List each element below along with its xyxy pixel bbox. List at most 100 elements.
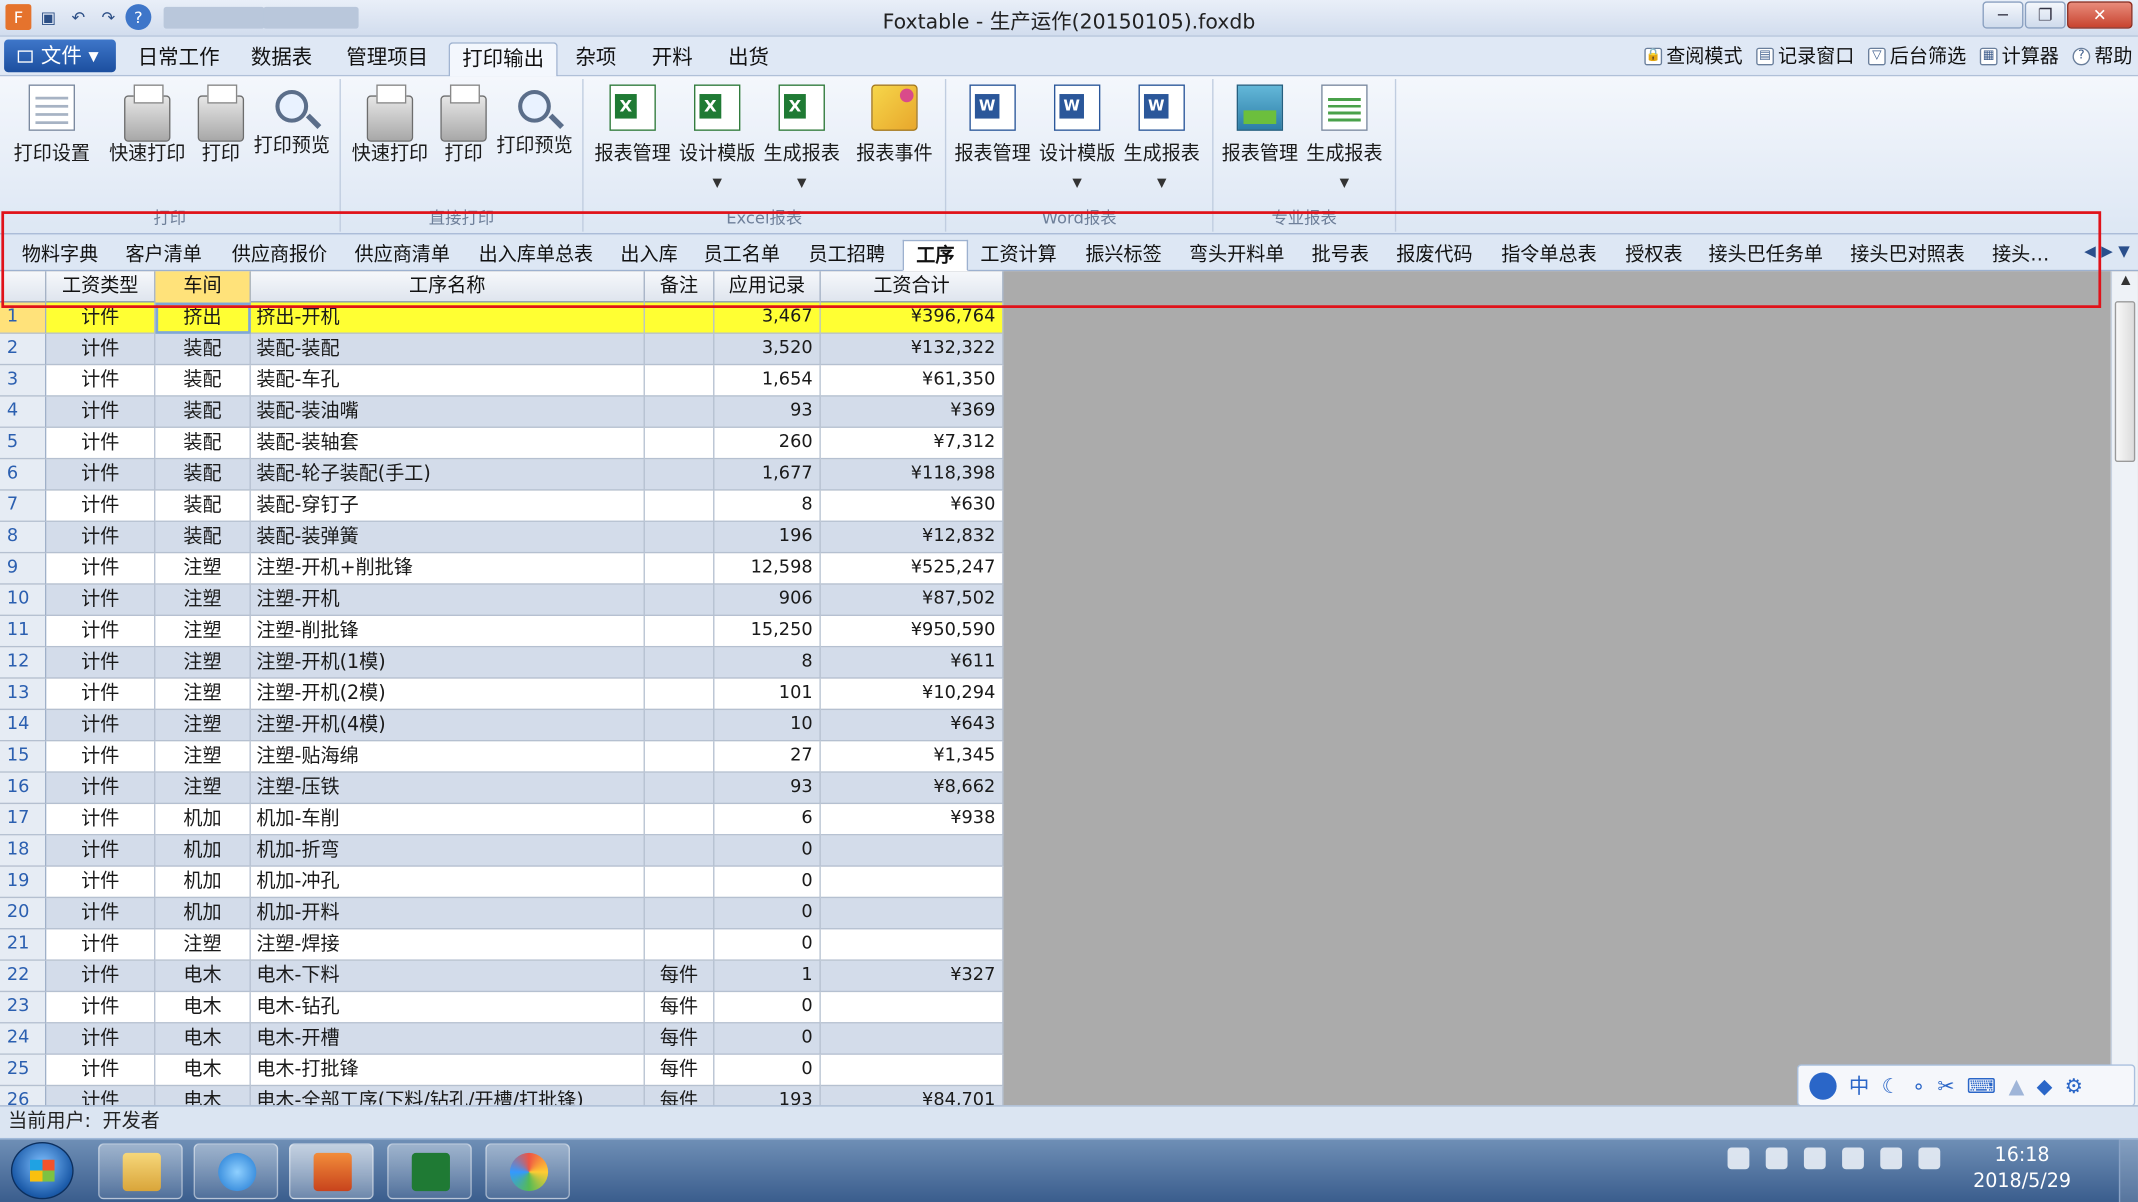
cell-wage-type[interactable]: 计件 — [46, 710, 156, 742]
cell-note[interactable] — [644, 333, 715, 366]
table-tab[interactable]: 客户清单 — [115, 240, 213, 271]
cell-record-count[interactable]: 93 — [714, 772, 821, 805]
minimize-button[interactable]: ─ — [1982, 1, 2024, 29]
row-number[interactable]: 18 — [0, 835, 47, 867]
header-corner[interactable] — [0, 271, 47, 303]
cell-wage-total[interactable]: ¥61,350 — [820, 365, 1004, 397]
cell-note[interactable] — [644, 427, 715, 460]
cell-note[interactable]: 每件 — [644, 1023, 715, 1055]
cell-record-count[interactable]: 8 — [714, 647, 821, 679]
cell-note[interactable] — [644, 678, 715, 711]
cell-record-count[interactable]: 15,250 — [714, 615, 821, 648]
cell-wage-type[interactable]: 计件 — [46, 960, 156, 993]
dots-icon[interactable]: ∘ — [1912, 1073, 1925, 1098]
cell-wage-type[interactable]: 计件 — [46, 427, 156, 460]
cell-workshop[interactable]: 电木 — [155, 960, 251, 993]
table-tab[interactable]: 授权表 — [1614, 240, 1693, 271]
cell-workshop[interactable]: 注塑 — [155, 678, 251, 711]
cell-record-count[interactable]: 0 — [714, 1054, 821, 1087]
cell-wage-type[interactable]: 计件 — [46, 804, 156, 836]
cell-workshop[interactable]: 电木 — [155, 1054, 251, 1087]
cell-process-name[interactable]: 电木-全部工序(下料/钻孔/开槽/打批锋) — [250, 1086, 645, 1106]
cell-record-count[interactable]: 8 — [714, 490, 821, 522]
help-button[interactable]: ? 帮助 — [2072, 42, 2133, 69]
cell-wage-type[interactable]: 计件 — [46, 1054, 156, 1087]
cell-wage-total[interactable]: ¥611 — [820, 647, 1004, 679]
cell-wage-type[interactable]: 计件 — [46, 772, 156, 805]
cell-record-count[interactable]: 1,654 — [714, 365, 821, 397]
cell-workshop[interactable]: 注塑 — [155, 553, 251, 585]
excel-design-template-button[interactable]: 设计模版▼ — [676, 84, 758, 191]
table-tab[interactable]: 振兴标签 — [1074, 240, 1172, 271]
ime-language-toggle[interactable]: 中 — [1849, 1071, 1869, 1100]
table-row[interactable]: 14 计件 注塑 注塑-开机(4模) 10 ¥643 — [0, 710, 1004, 742]
table-row[interactable]: 15 计件 注塑 注塑-贴海绵 27 ¥1,345 — [0, 741, 1004, 773]
menu-tab-active[interactable]: 打印输出 — [448, 42, 558, 77]
excel-generate-report-button[interactable]: 生成报表▼ — [761, 84, 843, 191]
cell-wage-total[interactable]: ¥327 — [820, 960, 1004, 993]
cell-note[interactable] — [644, 553, 715, 585]
cell-record-count[interactable]: 6 — [714, 804, 821, 836]
row-number[interactable]: 9 — [0, 553, 47, 585]
taskbar-excel[interactable] — [387, 1143, 472, 1200]
row-number[interactable]: 10 — [0, 584, 47, 616]
cell-wage-type[interactable]: 计件 — [46, 992, 156, 1024]
table-row[interactable]: 2 计件 装配 装配-装配 3,520 ¥132,322 — [0, 333, 1004, 366]
cell-note[interactable]: 每件 — [644, 992, 715, 1024]
table-tab[interactable]: 接头… — [1983, 240, 2059, 271]
cell-record-count[interactable]: 27 — [714, 741, 821, 773]
column-header[interactable]: 工序名称 — [251, 271, 645, 303]
table-tab[interactable]: 指令单总表 — [1490, 240, 1607, 271]
cell-workshop[interactable]: 电木 — [155, 992, 251, 1024]
cell-record-count[interactable]: 10 — [714, 710, 821, 742]
cell-record-count[interactable]: 12,598 — [714, 553, 821, 585]
cell-wage-total[interactable]: ¥132,322 — [820, 333, 1004, 366]
row-number[interactable]: 5 — [0, 427, 47, 460]
cell-wage-type[interactable]: 计件 — [46, 396, 156, 428]
excel-report-manage-button[interactable]: 报表管理 — [592, 84, 674, 166]
cell-wage-total[interactable]: ¥938 — [820, 804, 1004, 836]
background-filter-button[interactable]: ▽ 后台筛选 — [1867, 42, 1966, 69]
table-row[interactable]: 18 计件 机加 机加-折弯 0 — [0, 835, 1004, 867]
cell-wage-type[interactable]: 计件 — [46, 365, 156, 397]
cell-record-count[interactable]: 0 — [714, 835, 821, 867]
cell-process-name[interactable]: 装配-车孔 — [250, 365, 645, 397]
cell-wage-type[interactable]: 计件 — [46, 615, 156, 648]
cell-workshop[interactable]: 装配 — [155, 333, 251, 366]
cell-wage-total[interactable] — [820, 866, 1004, 899]
table-tab[interactable]: 接头巴任务单 — [1699, 240, 1833, 271]
avatar-icon[interactable] — [1809, 1071, 1837, 1100]
row-number[interactable]: 11 — [0, 615, 47, 648]
table-row[interactable]: 8 计件 装配 装配-装弹簧 196 ¥12,832 — [0, 521, 1004, 554]
print-button[interactable]: 打印 — [180, 84, 262, 166]
row-number[interactable]: 23 — [0, 992, 47, 1024]
cell-note[interactable] — [644, 459, 715, 491]
cell-record-count[interactable]: 0 — [714, 1023, 821, 1055]
pro-generate-report-button[interactable]: 生成报表 ▼ — [1304, 84, 1386, 191]
cell-workshop[interactable]: 机加 — [155, 866, 251, 899]
cell-workshop[interactable]: 装配 — [155, 459, 251, 491]
row-number[interactable]: 1 — [0, 302, 47, 334]
signal-tray-icon[interactable] — [1842, 1147, 1864, 1170]
cell-wage-total[interactable]: ¥643 — [820, 710, 1004, 742]
cell-process-name[interactable]: 注塑-开机(1模) — [250, 647, 645, 679]
cell-wage-total[interactable]: ¥8,662 — [820, 772, 1004, 805]
cell-process-name[interactable]: 装配-装弹簧 — [250, 521, 645, 554]
cell-wage-total[interactable]: ¥396,764 — [820, 302, 1004, 334]
cell-workshop[interactable]: 电木 — [155, 1023, 251, 1055]
cell-wage-type[interactable]: 计件 — [46, 553, 156, 585]
cell-wage-total[interactable] — [820, 992, 1004, 1024]
row-number[interactable]: 7 — [0, 490, 47, 522]
cell-wage-type[interactable]: 计件 — [46, 929, 156, 961]
cell-note[interactable] — [644, 866, 715, 899]
volume-tray-icon[interactable] — [1880, 1147, 1903, 1170]
table-tab[interactable]: 接头巴对照表 — [1841, 240, 1975, 271]
cell-workshop[interactable]: 装配 — [155, 365, 251, 397]
row-number[interactable]: 19 — [0, 866, 47, 899]
cell-wage-total[interactable] — [820, 929, 1004, 961]
row-number[interactable]: 2 — [0, 333, 47, 366]
shirt-icon[interactable]: ◆ — [2037, 1073, 2053, 1098]
table-row[interactable]: 21 计件 注塑 注塑-焊接 0 — [0, 929, 1004, 961]
cell-wage-total[interactable]: ¥87,502 — [820, 584, 1004, 616]
cell-workshop[interactable]: 机加 — [155, 835, 251, 867]
